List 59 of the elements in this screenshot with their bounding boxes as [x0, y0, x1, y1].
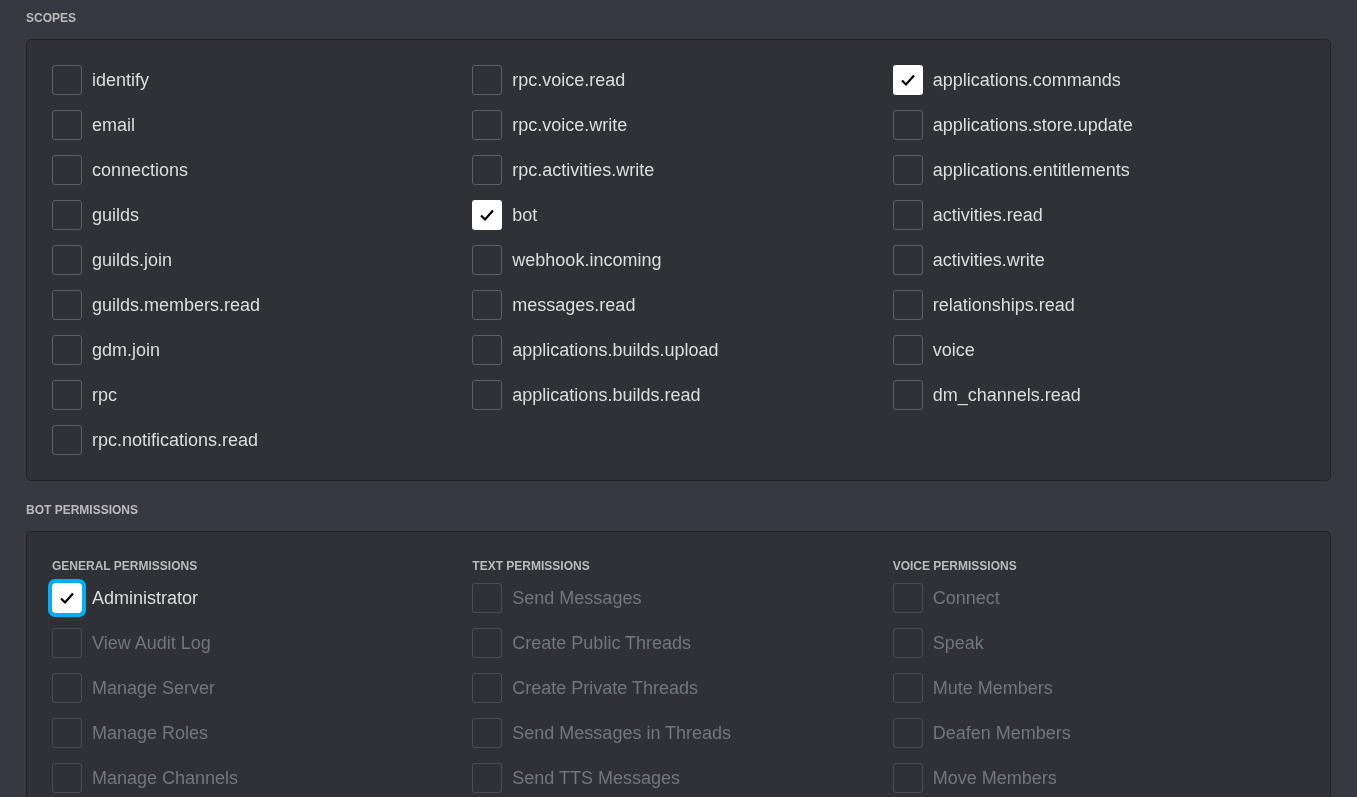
checkbox[interactable]: [472, 380, 503, 410]
checkbox-row[interactable]: messages.read: [472, 290, 636, 320]
checkbox-row[interactable]: relationships.read: [892, 290, 1075, 320]
checkbox[interactable]: [892, 335, 923, 365]
checkbox[interactable]: [892, 110, 923, 140]
checkbox[interactable]: [52, 425, 82, 455]
checkbox-row[interactable]: guilds.members.read: [52, 290, 261, 320]
checkbox[interactable]: [472, 335, 503, 365]
checkbox[interactable]: [52, 155, 82, 185]
checkbox-row[interactable]: rpc.notifications.read: [52, 425, 259, 455]
checkbox[interactable]: [52, 65, 82, 95]
checkbox[interactable]: [52, 110, 82, 140]
checkbox[interactable]: [472, 245, 503, 275]
checkbox-row[interactable]: rpc.activities.write: [472, 155, 655, 185]
checkbox-row[interactable]: email: [52, 110, 135, 140]
checkbox-row[interactable]: applications.builds.upload: [472, 335, 719, 365]
checkbox[interactable]: [892, 245, 923, 275]
checkbox[interactable]: [472, 65, 503, 95]
checkbox-row[interactable]: gdm.join: [52, 335, 161, 365]
checkbox-row[interactable]: applications.commands: [892, 65, 1121, 95]
group-heading: VOICE PERMISSIONS: [892, 558, 1018, 574]
checkbox-row[interactable]: dm_channels.read: [892, 380, 1081, 410]
checkbox[interactable]: [52, 380, 82, 410]
checkbox[interactable]: [472, 290, 503, 320]
checkbox-row[interactable]: Administrator: [52, 583, 199, 613]
checkmark-icon: [479, 208, 496, 222]
checkbox-row[interactable]: webhook.incoming: [472, 245, 662, 275]
checkbox-row[interactable]: rpc.voice.write: [472, 110, 628, 140]
checkbox-row[interactable]: applications.store.update: [892, 110, 1133, 140]
checkbox[interactable]: [472, 200, 503, 230]
group-heading: TEXT PERMISSIONS: [472, 558, 591, 574]
checkbox-row[interactable]: rpc: [52, 380, 117, 410]
checkbox[interactable]: [52, 335, 82, 365]
checkbox[interactable]: [472, 110, 503, 140]
checkbox[interactable]: [892, 65, 923, 95]
section-heading: BOT PERMISSIONS: [26, 502, 139, 518]
checkbox-row[interactable]: rpc.voice.read: [472, 65, 626, 95]
checkbox[interactable]: [892, 155, 923, 185]
checkbox-row[interactable]: activities.read: [892, 200, 1043, 230]
checkbox[interactable]: [472, 155, 503, 185]
checkbox-row[interactable]: activities.write: [892, 245, 1045, 275]
checkbox-row[interactable]: applications.builds.read: [472, 380, 701, 410]
checkbox[interactable]: [52, 200, 82, 230]
checkbox-row[interactable]: guilds: [52, 200, 140, 230]
checkbox-row[interactable]: applications.entitlements: [892, 155, 1130, 185]
section-heading: SCOPES: [26, 10, 77, 26]
checkmark-icon: [59, 591, 75, 605]
checkbox[interactable]: [892, 290, 923, 320]
group-heading: GENERAL PERMISSIONS: [52, 558, 199, 574]
checkbox[interactable]: [52, 290, 82, 320]
checkbox[interactable]: [52, 245, 82, 275]
checkmark-icon: [899, 73, 916, 87]
checkbox-row[interactable]: voice: [892, 335, 975, 365]
checkbox-row[interactable]: bot: [472, 200, 538, 230]
checkbox-row[interactable]: identify: [52, 65, 150, 95]
checkbox[interactable]: [892, 200, 923, 230]
checkbox-row[interactable]: guilds.join: [52, 245, 173, 275]
checkbox[interactable]: [892, 380, 923, 410]
checkbox-row[interactable]: connections: [52, 155, 189, 185]
